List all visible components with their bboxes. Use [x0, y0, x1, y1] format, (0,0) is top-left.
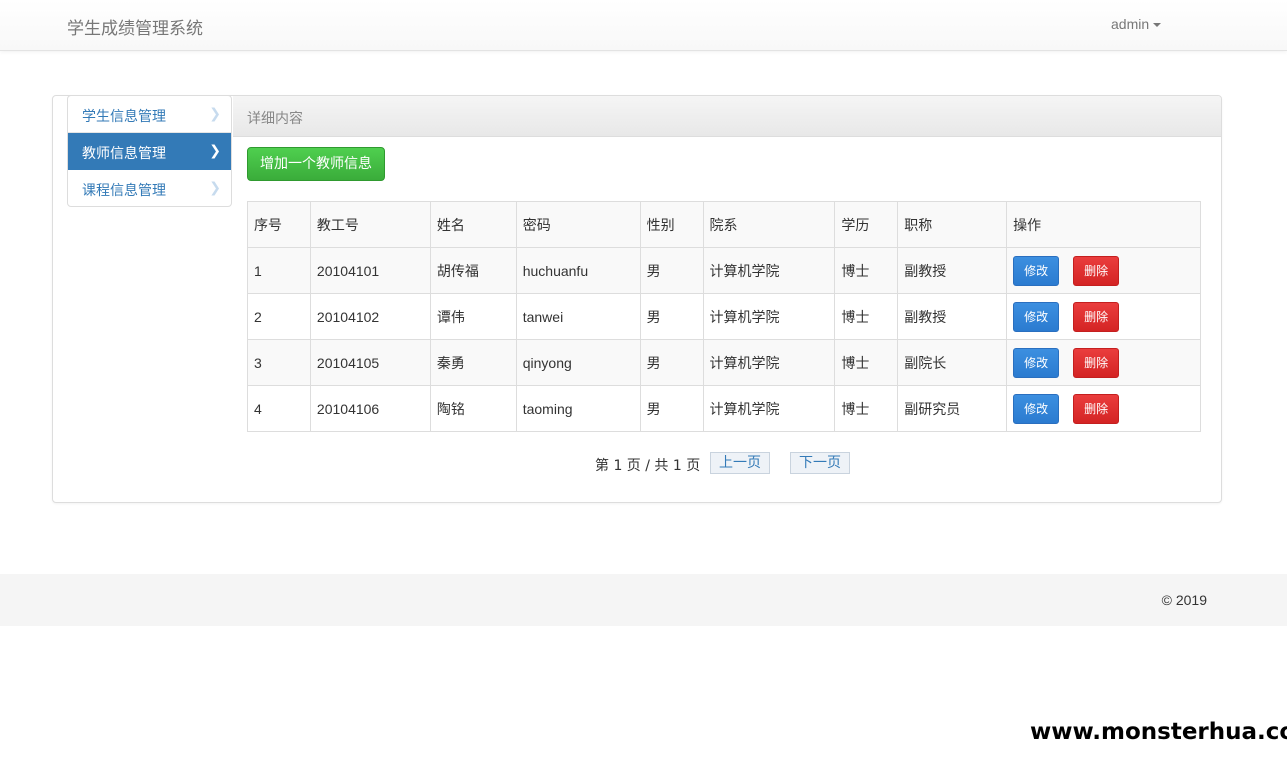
cell-actions: 修改 删除 — [1006, 385, 1201, 432]
delete-button[interactable]: 删除 — [1073, 347, 1120, 378]
cell-staff-id: 20104105 — [309, 339, 431, 386]
top-navbar: 学生成绩管理系统 admin — [0, 0, 1287, 51]
column-header: 姓名 — [429, 201, 517, 248]
table-row: 1 20104101 胡传福 huchuanfu 男 计算机学院 博士 副教授 … — [247, 247, 1201, 294]
cell-gender: 男 — [639, 385, 704, 432]
sidebar: 学生信息管理 ❯ 教师信息管理 ❯ 课程信息管理 ❯ — [67, 95, 232, 207]
column-header: 学历 — [834, 201, 899, 248]
edit-button[interactable]: 修改 — [1013, 393, 1060, 424]
edit-button[interactable]: 修改 — [1013, 255, 1060, 286]
delete-button[interactable]: 删除 — [1073, 301, 1120, 332]
cell-title: 副教授 — [897, 293, 1008, 340]
sidebar-item-label: 学生信息管理 — [82, 109, 166, 125]
column-header: 序号 — [247, 201, 311, 248]
column-header: 操作 — [1006, 201, 1201, 248]
cell-actions: 修改 删除 — [1006, 339, 1201, 386]
cell-actions: 修改 删除 — [1006, 247, 1201, 294]
next-page-button[interactable]: 下一页 — [790, 452, 850, 474]
panel-heading: 详细内容 — [233, 96, 1221, 137]
cell-staff-id: 20104106 — [309, 385, 431, 432]
column-header: 职称 — [897, 201, 1008, 248]
teacher-table: 序号 教工号 姓名 密码 性别 院系 学历 职称 操作 1 20104101 胡… — [247, 201, 1201, 432]
cell-department: 计算机学院 — [702, 339, 836, 386]
cell-index: 4 — [247, 385, 311, 432]
column-header: 院系 — [702, 201, 836, 248]
cell-index: 1 — [247, 247, 311, 294]
cell-password: taoming — [515, 385, 641, 432]
cell-department: 计算机学院 — [702, 247, 836, 294]
cell-name: 陶铭 — [429, 385, 517, 432]
cell-degree: 博士 — [834, 385, 899, 432]
table-row: 2 20104102 谭伟 tanwei 男 计算机学院 博士 副教授 修改 删除 — [247, 293, 1201, 340]
sidebar-item-teachers[interactable]: 教师信息管理 ❯ — [68, 133, 231, 170]
cell-gender: 男 — [639, 339, 704, 386]
cell-degree: 博士 — [834, 247, 899, 294]
cell-staff-id: 20104102 — [309, 293, 431, 340]
panel-title: 详细内容 — [247, 111, 303, 127]
column-header: 教工号 — [309, 201, 431, 248]
column-header: 性别 — [639, 201, 704, 248]
cell-password: tanwei — [515, 293, 641, 340]
edit-button[interactable]: 修改 — [1013, 301, 1060, 332]
cell-title: 副院长 — [897, 339, 1008, 386]
table-row: 3 20104105 秦勇 qinyong 男 计算机学院 博士 副院长 修改删… — [247, 339, 1201, 386]
cell-staff-id: 20104101 — [309, 247, 431, 294]
cell-password: huchuanfu — [515, 247, 641, 294]
sidebar-item-label: 课程信息管理 — [82, 183, 166, 199]
cell-index: 2 — [247, 293, 311, 340]
prev-page-button[interactable]: 上一页 — [710, 452, 770, 474]
copyright-text: © 2019 — [1161, 592, 1207, 608]
chevron-right-icon: ❯ — [209, 180, 221, 196]
app-brand[interactable]: 学生成绩管理系统 — [67, 14, 203, 39]
user-menu[interactable]: admin — [1111, 16, 1162, 32]
cell-name: 谭伟 — [429, 293, 517, 340]
cell-gender: 男 — [639, 247, 704, 294]
cell-index: 3 — [247, 339, 311, 386]
table-row: 4 20104106 陶铭 taoming 男 计算机学院 博士 副研究员 修改… — [247, 385, 1201, 432]
cell-degree: 博士 — [834, 339, 899, 386]
delete-button[interactable]: 删除 — [1073, 393, 1120, 424]
watermark-text: www.monsterhua.com — [1030, 719, 1287, 745]
chevron-right-icon: ❯ — [209, 106, 221, 122]
chevron-right-icon: ❯ — [209, 143, 221, 159]
cell-password: qinyong — [515, 339, 641, 386]
cell-department: 计算机学院 — [702, 385, 836, 432]
delete-button[interactable]: 删除 — [1073, 255, 1120, 286]
cell-title: 副研究员 — [897, 385, 1008, 432]
cell-actions: 修改 删除 — [1006, 293, 1201, 340]
footer: © 2019 — [0, 574, 1287, 626]
cell-gender: 男 — [639, 293, 704, 340]
cell-degree: 博士 — [834, 293, 899, 340]
column-header: 密码 — [515, 201, 641, 248]
edit-button[interactable]: 修改 — [1013, 347, 1060, 378]
cell-name: 胡传福 — [429, 247, 517, 294]
caret-down-icon — [1153, 23, 1162, 28]
user-name: admin — [1111, 16, 1150, 32]
sidebar-item-students[interactable]: 学生信息管理 ❯ — [68, 96, 231, 133]
sidebar-item-courses[interactable]: 课程信息管理 ❯ — [68, 170, 231, 206]
cell-title: 副教授 — [897, 247, 1008, 294]
page-info: 第 1 页 / 共 1 页 — [595, 458, 701, 474]
cell-department: 计算机学院 — [702, 293, 836, 340]
add-teacher-button[interactable]: 增加一个教师信息 — [247, 147, 385, 181]
cell-name: 秦勇 — [429, 339, 517, 386]
sidebar-item-label: 教师信息管理 — [82, 146, 166, 162]
table-header-row: 序号 教工号 姓名 密码 性别 院系 学历 职称 操作 — [247, 201, 1201, 248]
